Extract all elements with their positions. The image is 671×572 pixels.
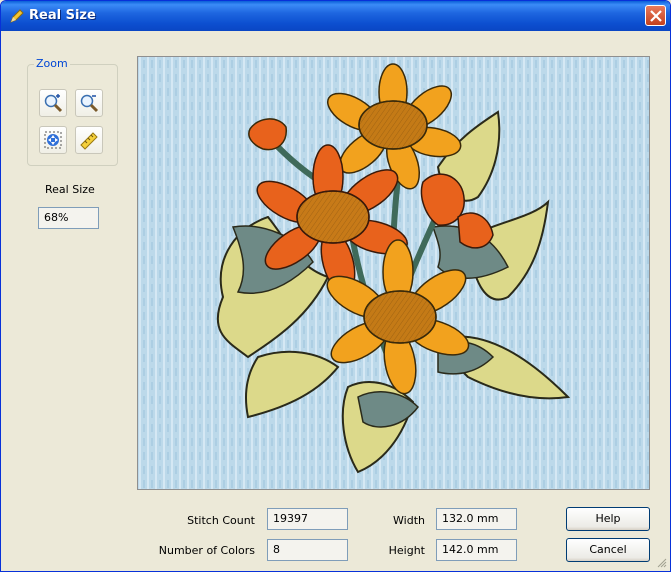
width-label: Width [393, 514, 425, 527]
design-preview[interactable] [137, 56, 650, 490]
height-label: Height [388, 544, 425, 557]
real-size-dialog: Real Size Zoom Real Size 68% Stitch Coun… [0, 0, 671, 572]
zoom-in-icon [44, 94, 63, 113]
width-field: 132.0 mm [436, 508, 517, 530]
stitch-count-field: 19397 [267, 508, 348, 530]
ruler-icon [80, 132, 98, 150]
measure-button[interactable] [75, 126, 103, 154]
cancel-button[interactable]: Cancel [566, 538, 650, 562]
move-arrows-icon [44, 131, 62, 149]
zoom-out-button[interactable] [75, 89, 103, 117]
real-size-field: 68% [38, 207, 99, 229]
fit-to-window-button[interactable] [39, 126, 67, 154]
close-icon [650, 10, 662, 22]
zoom-group-label: Zoom [34, 57, 70, 70]
zoom-in-button[interactable] [39, 89, 67, 117]
colors-label: Number of Colors [158, 544, 255, 557]
window-title: Real Size [29, 8, 96, 23]
real-size-label: Real Size [45, 183, 95, 196]
colors-field: 8 [267, 539, 348, 561]
resize-grip-icon[interactable] [657, 558, 667, 568]
stitch-count-label: Stitch Count [187, 514, 255, 527]
zoom-out-icon [80, 94, 99, 113]
title-bar[interactable]: Real Size [1, 1, 670, 31]
close-button[interactable] [645, 5, 666, 26]
embroidery-image [138, 57, 649, 489]
pencil-icon [10, 9, 24, 23]
help-button[interactable]: Help [566, 507, 650, 531]
height-field: 142.0 mm [436, 539, 517, 561]
